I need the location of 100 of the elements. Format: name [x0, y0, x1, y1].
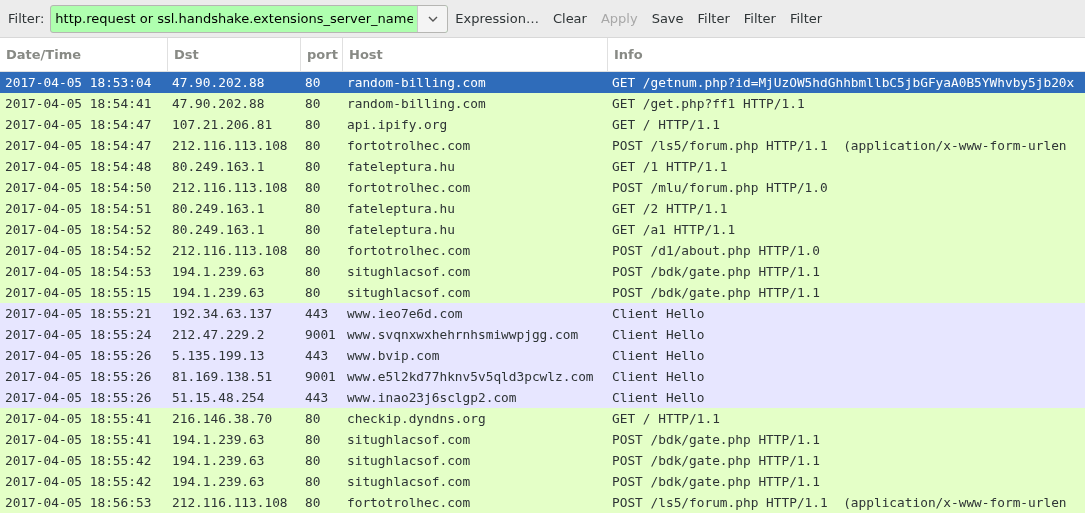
table-cell-text: 194.1.239.63 [171, 264, 266, 279]
table-cell-text: 194.1.239.63 [171, 432, 266, 447]
table-cell-text: 80.249.163.1 [171, 201, 266, 216]
table-cell-text: GET /getnum.php?id=MjUzOW5hdGhhbmllbC5jbGFyaA0B5YWhvby5jb20x [611, 75, 1076, 90]
packet-row[interactable]: 2017-04-05 18:55:41 216.146.38.70 80 checkip.dyndns.org GET / HTTP/1.1 [0, 408, 1085, 429]
dropdown-button[interactable] [417, 5, 448, 32]
packet-row[interactable]: 2017-04-05 18:55:24 212.47.229.2 9001 www.svqnxwxhehrnhsmiwwpjgg.com Client Hello [0, 324, 1085, 345]
table-cell-text: 80 [304, 222, 322, 237]
table-cell-text: POST /bdk/gate.php HTTP/1.1 [611, 264, 822, 279]
table-cell-text: 194.1.239.63 [171, 285, 266, 300]
table-cell-text: checkip.dyndns.org [346, 411, 487, 426]
table-cell-text: POST /ls5/forum.php HTTP/1.1 (application/x-www-form-urlen [611, 138, 1068, 153]
toolbar-button[interactable]: Expression… [448, 7, 546, 30]
table-cell-text: 80 [304, 432, 322, 447]
table-cell-text: 194.1.239.63 [171, 474, 266, 489]
table-cell-text: 2017-04-05 18:54:53 [4, 264, 153, 279]
table-cell-text: 107.21.206.81 [171, 117, 274, 132]
table-cell-text: situghlacsof.com [346, 285, 472, 300]
table-cell-text: 2017-04-05 18:54:52 [4, 243, 153, 258]
table-cell-text: 80 [304, 411, 322, 426]
table-cell-text: 80 [304, 453, 322, 468]
table-cell-text: 2017-04-05 18:55:42 [4, 474, 153, 489]
packet-row[interactable]: 2017-04-05 18:54:53 194.1.239.63 80 situghlacsof.com POST /bdk/gate.php HTTP/1.1 [0, 261, 1085, 282]
table-cell-text: situghlacsof.com [346, 432, 472, 447]
table-cell-text: GET /2 HTTP/1.1 [611, 201, 729, 216]
table-cell-text: 2017-04-05 18:54:52 [4, 222, 153, 237]
table-cell-text: 443 [304, 306, 330, 321]
table-cell-text: 2017-04-05 18:55:21 [4, 306, 153, 321]
table-cell-text: 192.34.63.137 [171, 306, 274, 321]
toolbar-button[interactable]: Save [644, 7, 691, 30]
table-cell-text: 80 [304, 75, 322, 90]
table-cell-text: www.inao23j6sclgp2.com [346, 390, 518, 405]
table-cell-text: GET /1 HTTP/1.1 [611, 159, 729, 174]
table-cell-text: 80 [304, 495, 322, 510]
table-cell-text: 2017-04-05 18:54:48 [4, 159, 153, 174]
table-cell-text: Client Hello [611, 369, 706, 384]
table-cell-text: 80 [304, 180, 322, 195]
table-cell-text: 2017-04-05 18:53:04 [4, 75, 153, 90]
filter-field[interactable]: http.request or ssl.handshake.extensions_server_name [50, 4, 449, 33]
table-cell-text: 212.116.113.108 [171, 243, 289, 258]
table-cell-text: 80 [304, 285, 322, 300]
packet-row[interactable]: 2017-04-05 18:54:52 80.249.163.1 80 fateleptura.hu GET /a1 HTTP/1.1 [0, 219, 1085, 240]
toolbar-button[interactable]: Clear [545, 7, 594, 30]
table-cell-text: 2017-04-05 18:55:26 [4, 369, 153, 384]
packet-row[interactable]: 2017-04-05 18:54:47 212.116.113.108 80 fortotrolhec.com POST /ls5/forum.php HTTP/1.1 (application/x-www-form-urlen [0, 135, 1085, 156]
table-cell-text: 51.15.48.254 [171, 390, 266, 405]
table-cell-text: fateleptura.hu [346, 201, 456, 216]
table-cell-text: POST /mlu/forum.php HTTP/1.0 [611, 180, 829, 195]
table-cell-text: 80 [304, 96, 322, 111]
table-cell-text: www.e5l2kd77hknv5v5qld3pcwlz.com [346, 369, 595, 384]
packet-row[interactable]: 2017-04-05 18:55:42 194.1.239.63 80 situghlacsof.com POST /bdk/gate.php HTTP/1.1 [0, 450, 1085, 471]
table-cell-text: 212.116.113.108 [171, 138, 289, 153]
table-cell-text: 2017-04-05 18:54:51 [4, 201, 153, 216]
table-cell-text: POST /bdk/gate.php HTTP/1.1 [611, 453, 822, 468]
packet-row[interactable]: 2017-04-05 18:54:48 80.249.163.1 80 fateleptura.hu GET /1 HTTP/1.1 [0, 156, 1085, 177]
packet-row[interactable]: 2017-04-05 18:55:21 192.34.63.137 443 www.ieo7e6d.com Client Hello [0, 303, 1085, 324]
packet-row[interactable]: 2017-04-05 18:53:04 47.90.202.88 80 random-billing.com GET /getnum.php?id=MjUzOW5hdGhhbmllbC5jbGFyaA0B5YWhvby5jb20x [0, 72, 1085, 93]
packet-row[interactable]: 2017-04-05 18:55:26 81.169.138.51 9001 www.e5l2kd77hknv5v5qld3pcwlz.com Client Hello [0, 366, 1085, 387]
table-cell-text: 9001 [304, 369, 337, 384]
table-cell-text: Client Hello [611, 390, 706, 405]
table-cell-text: situghlacsof.com [346, 264, 472, 279]
table-cell-text: 2017-04-05 18:55:26 [4, 348, 153, 363]
table-cell-text: GET /a1 HTTP/1.1 [611, 222, 737, 237]
packet-row[interactable]: 2017-04-05 18:55:15 194.1.239.63 80 situghlacsof.com POST /bdk/gate.php HTTP/1.1 [0, 282, 1085, 303]
packet-row[interactable]: 2017-04-05 18:54:50 212.116.113.108 80 fortotrolhec.com POST /mlu/forum.php HTTP/1.0 [0, 177, 1085, 198]
packet-row[interactable]: 2017-04-05 18:54:51 80.249.163.1 80 fateleptura.hu GET /2 HTTP/1.1 [0, 198, 1085, 219]
packet-row[interactable]: 2017-04-05 18:55:26 51.15.48.254 443 www.inao23j6sclgp2.com Client Hello [0, 387, 1085, 408]
table-cell-text: 443 [304, 390, 330, 405]
table-cell-text: 80 [304, 264, 322, 279]
packet-row[interactable]: 2017-04-05 18:55:41 194.1.239.63 80 situghlacsof.com POST /bdk/gate.php HTTP/1.1 [0, 429, 1085, 450]
table-cell-text: random-billing.com [346, 75, 487, 90]
packet-row[interactable]: 2017-04-05 18:55:42 194.1.239.63 80 situghlacsof.com POST /bdk/gate.php HTTP/1.1 [0, 471, 1085, 492]
table-cell-text: 80 [304, 474, 322, 489]
packet-row[interactable]: 2017-04-05 18:54:41 47.90.202.88 80 random-billing.com GET /get.php?ff1 HTTP/1.1 [0, 93, 1085, 114]
table-cell-text: 80 [304, 243, 322, 258]
table-cell-text: 194.1.239.63 [171, 453, 266, 468]
table-cell-text: 2017-04-05 18:54:47 [4, 138, 153, 153]
table-cell-text: POST /d1/about.php HTTP/1.0 [611, 243, 822, 258]
toolbar-button[interactable]: Filter [736, 7, 783, 30]
table-cell-text: 2017-04-05 18:55:42 [4, 453, 153, 468]
table-cell-text: 81.169.138.51 [171, 369, 274, 384]
table-cell-text: Client Hello [611, 306, 706, 321]
table-cell-text: Client Hello [611, 348, 706, 363]
table-cell-text: 2017-04-05 18:54:50 [4, 180, 153, 195]
toolbar-button[interactable]: Filter [782, 7, 830, 30]
packet-row[interactable]: 2017-04-05 18:54:47 107.21.206.81 80 api.ipify.org GET / HTTP/1.1 [0, 114, 1085, 135]
toolbar-button[interactable]: Filter [690, 7, 737, 30]
table-cell-text: 5.135.199.13 [171, 348, 266, 363]
table-cell-text: fateleptura.hu [346, 159, 456, 174]
table-cell-text: POST /bdk/gate.php HTTP/1.1 [611, 474, 822, 489]
chevron-down-icon [427, 15, 438, 22]
table-cell-text: 9001 [304, 327, 337, 342]
packet-row[interactable]: 2017-04-05 18:56:53 212.116.113.108 80 fortotrolhec.com POST /ls5/forum.php HTTP/1.1 (application/x-www-form-urlen [0, 492, 1085, 513]
packet-row[interactable]: 2017-04-05 18:55:26 5.135.199.13 443 www.bvip.com Client Hello [0, 345, 1085, 366]
table-cell-text: POST /bdk/gate.php HTTP/1.1 [611, 432, 822, 447]
filter-label: Filter: [8, 11, 45, 26]
table-cell-text: 2017-04-05 18:55:26 [4, 390, 153, 405]
packet-row[interactable]: 2017-04-05 18:54:52 212.116.113.108 80 fortotrolhec.com POST /d1/about.php HTTP/1.0 [0, 240, 1085, 261]
table-cell-text: www.svqnxwxhehrnhsmiwwpjgg.com [346, 327, 580, 342]
table-cell-text: 216.146.38.70 [171, 411, 274, 426]
